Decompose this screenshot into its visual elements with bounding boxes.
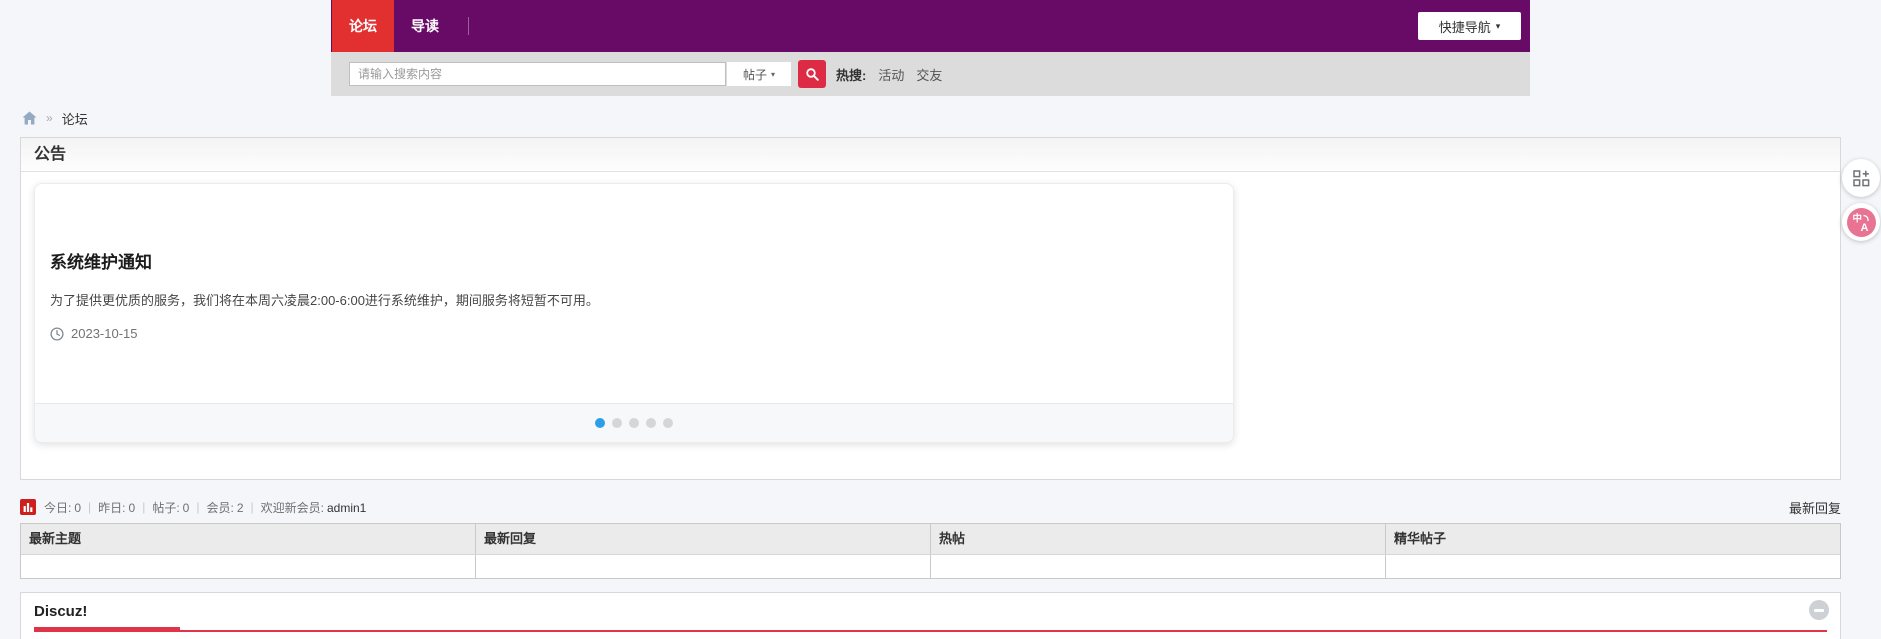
tab-latest-replies[interactable]: 最新回复 xyxy=(475,524,930,554)
forum-category-panel: Discuz! xyxy=(20,592,1841,639)
announcement-card: 系统维护通知 为了提供更优质的服务，我们将在本周六凌晨2:00-6:00进行系统… xyxy=(34,183,1234,443)
hot-search-label: 热搜: xyxy=(836,65,866,84)
search-type-select[interactable]: 帖子 ▾ xyxy=(727,62,791,86)
tab-forum[interactable]: 论坛 xyxy=(332,0,394,52)
search-input[interactable] xyxy=(349,62,726,86)
stat-separator: | xyxy=(142,500,145,514)
stat-label: 帖子: xyxy=(152,501,179,515)
latest-reply-link[interactable]: 最新回复 xyxy=(1789,498,1841,517)
stat-label: 会员: xyxy=(206,501,233,515)
search-icon xyxy=(805,67,819,81)
breadcrumb: » 论坛 xyxy=(22,107,88,129)
hot-link-activity[interactable]: 活动 xyxy=(878,65,904,84)
table-cell-empty xyxy=(930,555,1385,578)
stat-yesterday: 昨日: 0 xyxy=(98,499,135,516)
stat-separator: | xyxy=(251,500,254,514)
forum-stats-bar: 今日:0 | 昨日:0 | 帖子:0 | 会员:2 | 欢迎新会员:admin1… xyxy=(20,492,1841,522)
tab-guide[interactable]: 导读 xyxy=(394,0,456,52)
carousel-dot[interactable] xyxy=(629,418,639,428)
translate-float-button[interactable]: 中 A xyxy=(1842,203,1880,241)
hot-search: 热搜: 活动 交友 xyxy=(836,65,942,84)
carousel-dot[interactable] xyxy=(646,418,656,428)
stat-value: 0 xyxy=(74,501,81,515)
stat-newest-member: 欢迎新会员:admin1 xyxy=(261,499,367,516)
stat-value: 0 xyxy=(183,501,190,515)
clock-icon xyxy=(50,327,64,341)
chevron-down-icon: ▾ xyxy=(1496,21,1501,32)
announcement-section-title: 公告 xyxy=(21,138,1840,172)
svg-text:A: A xyxy=(1860,222,1868,234)
tab-latest-topics[interactable]: 最新主题 xyxy=(21,524,475,554)
page: 论坛 导读 快捷导航 ▾ 帖子 ▾ 热搜: 活动 交友 » 论坛 xyxy=(0,0,1881,639)
minus-glyph xyxy=(1814,609,1824,612)
widgets-plus-icon xyxy=(1853,170,1870,187)
stat-members: 会员: 2 xyxy=(206,499,243,516)
breadcrumb-separator: » xyxy=(46,111,53,125)
category-underline xyxy=(34,630,1827,632)
stat-value: 2 xyxy=(237,501,244,515)
search-button[interactable] xyxy=(798,60,826,88)
table-cell-empty xyxy=(21,555,475,578)
nav-divider xyxy=(468,17,469,35)
translate-icon: 中 A xyxy=(1847,208,1876,237)
carousel-dot[interactable] xyxy=(663,418,673,428)
stat-label: 今日: xyxy=(44,501,71,515)
forum-category-title[interactable]: Discuz! xyxy=(34,603,87,620)
latest-topics-table: 最新主题 最新回复 热帖 精华帖子 xyxy=(20,523,1841,579)
announcement-panel: 公告 系统维护通知 为了提供更优质的服务，我们将在本周六凌晨2:00-6:00进… xyxy=(20,137,1841,480)
stat-posts: 帖子: 0 xyxy=(152,499,189,516)
quick-nav-label: 快捷导航 xyxy=(1439,17,1491,36)
table-cell-empty xyxy=(475,555,930,578)
carousel-dot[interactable] xyxy=(612,418,622,428)
hot-link-friends[interactable]: 交友 xyxy=(916,65,942,84)
table-row xyxy=(21,555,1840,578)
category-active-indicator xyxy=(34,627,180,632)
home-icon[interactable] xyxy=(22,111,37,125)
tab-hot-posts[interactable]: 热帖 xyxy=(930,524,1385,554)
announcement-date: 2023-10-15 xyxy=(71,326,138,341)
stat-separator: | xyxy=(196,500,199,514)
carousel-dot[interactable] xyxy=(595,418,605,428)
carousel-pagination xyxy=(35,403,1233,442)
announcement-title[interactable]: 系统维护通知 xyxy=(50,248,1213,273)
announcement-card-body: 系统维护通知 为了提供更优质的服务，我们将在本周六凌晨2:00-6:00进行系统… xyxy=(35,184,1233,403)
newest-member-link[interactable]: admin1 xyxy=(327,501,366,515)
stat-today: 今日:0 xyxy=(44,499,81,516)
table-cell-empty xyxy=(1385,555,1840,578)
collapse-icon[interactable] xyxy=(1809,600,1829,620)
search-bar: 帖子 ▾ 热搜: 活动 交友 xyxy=(331,52,1530,96)
chevron-down-icon: ▾ xyxy=(771,70,775,79)
announcement-date-row: 2023-10-15 xyxy=(50,326,1213,341)
announcement-text: 为了提供更优质的服务，我们将在本周六凌晨2:00-6:00进行系统维护，期间服务… xyxy=(50,290,1213,309)
top-navbar: 论坛 导读 快捷导航 ▾ xyxy=(331,0,1530,52)
quick-nav-button[interactable]: 快捷导航 ▾ xyxy=(1418,12,1521,40)
widget-float-button[interactable] xyxy=(1842,159,1880,197)
breadcrumb-forum[interactable]: 论坛 xyxy=(62,109,88,128)
stat-separator: | xyxy=(88,500,91,514)
table-header-row: 最新主题 最新回复 热帖 精华帖子 xyxy=(21,524,1840,555)
search-type-value: 帖子 xyxy=(743,66,767,83)
tab-featured-posts[interactable]: 精华帖子 xyxy=(1385,524,1840,554)
stat-label: 欢迎新会员: xyxy=(261,501,324,515)
stat-label: 昨日: xyxy=(98,501,125,515)
stats-chart-icon xyxy=(20,499,36,515)
stat-value: 0 xyxy=(129,501,136,515)
